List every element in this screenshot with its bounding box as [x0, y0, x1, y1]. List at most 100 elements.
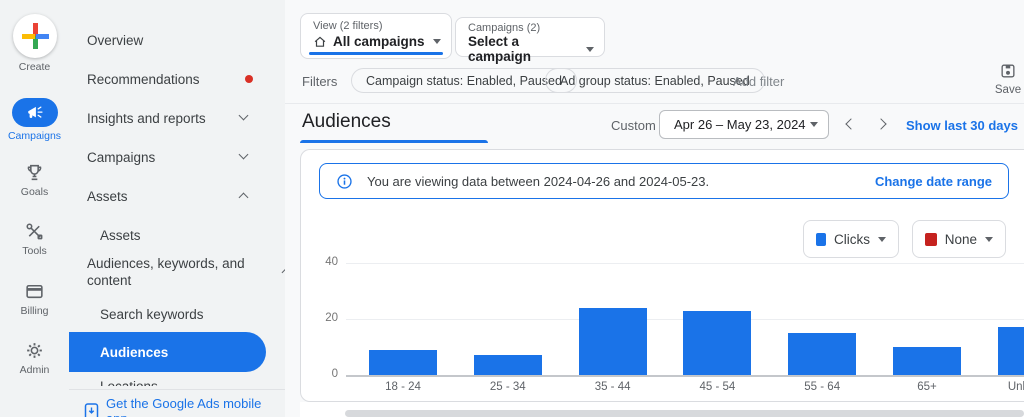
dropdown-caret-icon — [433, 39, 441, 44]
chevron-up-icon — [239, 193, 249, 203]
x-axis-label: 55 - 64 — [770, 381, 874, 393]
rail-item-label: Billing — [0, 305, 69, 317]
rail-item-create[interactable]: Create — [0, 14, 69, 73]
table-card-top — [300, 402, 1024, 417]
rail-item-label: Admin — [0, 364, 69, 376]
google-ads-app-window: Create Campaigns — [0, 0, 1024, 417]
sidebar-item-label: Assets — [87, 189, 128, 204]
date-mode-label: Custom — [611, 118, 656, 133]
x-axis-label: 65+ — [875, 381, 979, 393]
x-axis-label: 18 - 24 — [351, 381, 455, 393]
bar-plot: 0204018 - 2425 - 3435 - 4445 - 5455 - 64… — [346, 263, 1024, 375]
date-range-value: Apr 26 – May 23, 2024 — [674, 117, 806, 132]
sidebar-item-label: Campaigns — [87, 150, 155, 165]
horizontal-scrollbar-thumb[interactable] — [345, 410, 1024, 417]
rail-item-tools[interactable]: Tools — [0, 221, 69, 257]
rail-item-label: Campaigns — [0, 130, 69, 142]
sidebar-item-recommendations[interactable]: Recommendations — [69, 67, 285, 91]
date-range-dropdown[interactable]: Apr 26 – May 23, 2024 — [659, 110, 829, 139]
chevron-down-icon — [239, 150, 249, 160]
campaign-select-dropdown[interactable]: Campaigns (2) Select a campaign — [455, 17, 605, 57]
mobile-app-link[interactable]: Get the Google Ads mobile app — [84, 396, 285, 417]
create-plus-icon[interactable] — [13, 14, 57, 58]
x-axis-label: 45 - 54 — [665, 381, 769, 393]
notification-dot — [245, 75, 253, 83]
sidebar-item-label: Audiences — [100, 345, 168, 360]
date-info-banner: You are viewing data between 2024-04-26 … — [319, 163, 1009, 199]
megaphone-icon — [26, 104, 44, 122]
filters-label: Filters — [302, 74, 337, 89]
bar-18 - 24 — [369, 350, 437, 375]
bar-65+ — [893, 347, 961, 375]
view-dropdown-value: All campaigns — [333, 34, 425, 49]
sidebar-item-label: Assets — [100, 228, 141, 243]
active-view-underline — [309, 52, 443, 55]
gridline — [346, 375, 1024, 377]
sidebar-item-label: Recommendations — [87, 72, 200, 87]
metric-dropdown-primary[interactable]: Clicks — [803, 220, 899, 258]
plus-arm-blue — [36, 34, 49, 39]
sidebar-nav: Overview Recommendations Insights and re… — [69, 0, 285, 417]
bar-55 - 64 — [788, 333, 856, 375]
tools-icon — [0, 221, 69, 242]
sidebar-item-insights-and-reports[interactable]: Insights and reports — [69, 106, 285, 130]
main-content: View (2 filters) All campaigns Campaigns… — [285, 0, 1024, 417]
sidebar-item-overview[interactable]: Overview — [69, 28, 285, 52]
filter-chip-label: Ad group status: Enabled, Paused — [560, 74, 750, 88]
rail-item-campaigns[interactable]: Campaigns — [0, 98, 69, 142]
save-icon — [999, 62, 1017, 80]
show-last-30-days-link[interactable]: Show last 30 days — [906, 118, 1018, 133]
change-date-range-link[interactable]: Change date range — [875, 174, 992, 189]
legend-swatch-red — [925, 233, 937, 246]
y-tick-label: 20 — [302, 312, 338, 324]
mobile-app-link-label: Get the Google Ads mobile app — [106, 396, 285, 417]
rail-item-label: Goals — [0, 186, 69, 198]
save-button[interactable]: Save — [991, 62, 1024, 96]
sidebar-item-assets[interactable]: Assets — [69, 223, 285, 247]
page-title: Audiences — [302, 111, 391, 133]
legend-swatch-blue — [816, 233, 826, 246]
x-axis-label: Unknown — [980, 381, 1024, 393]
billing-card-icon — [0, 281, 69, 302]
sidebar-item-campaigns[interactable]: Campaigns — [69, 145, 285, 169]
sidebar-item-audiences-keywords-content[interactable]: Audiences, keywords, and content — [87, 255, 252, 289]
bar-35 - 44 — [579, 308, 647, 375]
sidebar-item-assets-section[interactable]: Assets — [69, 184, 285, 208]
rail-item-label: Create — [0, 61, 69, 73]
sidebar-item-audiences-selected[interactable]: Audiences — [69, 332, 266, 372]
rail-item-admin[interactable]: Admin — [0, 340, 69, 376]
bar-25 - 34 — [474, 355, 542, 375]
next-period-button[interactable] — [875, 118, 886, 129]
x-axis-label: 25 - 34 — [456, 381, 560, 393]
dropdown-caret-icon — [985, 237, 993, 242]
home-icon — [313, 35, 327, 49]
view-filter-dropdown[interactable]: View (2 filters) All campaigns — [300, 13, 452, 59]
previous-period-button[interactable] — [845, 118, 856, 129]
dropdown-caret-icon — [810, 122, 818, 127]
sidebar-item-locations-clipped[interactable]: Locations — [100, 379, 250, 386]
filter-chip-ad-group-status[interactable]: Ad group status: Enabled, Paused — [545, 68, 765, 93]
sidebar-item-search-keywords[interactable]: Search keywords — [69, 302, 285, 326]
x-axis-label: 35 - 44 — [561, 381, 665, 393]
rail-item-billing[interactable]: Billing — [0, 281, 69, 317]
gridline — [346, 263, 1024, 264]
sidebar-item-label: Insights and reports — [87, 111, 206, 126]
dropdown-caret-icon — [878, 237, 886, 242]
chart-card: You are viewing data between 2024-04-26 … — [300, 149, 1024, 402]
save-button-label: Save — [991, 84, 1024, 96]
active-tab-underline — [300, 140, 488, 143]
plus-arm-yellow — [22, 34, 35, 39]
info-icon — [336, 173, 353, 190]
phone-download-icon — [84, 403, 99, 417]
sidebar-item-label: Overview — [87, 33, 143, 48]
metric-dropdown-secondary[interactable]: None — [912, 220, 1006, 258]
rail-item-goals[interactable]: Goals — [0, 162, 69, 198]
add-filter-button[interactable]: Add filter — [733, 74, 784, 89]
sidebar-item-label: Audiences, keywords, and content — [87, 256, 245, 288]
bar-45 - 54 — [683, 311, 751, 375]
campaign-dropdown-label: Campaigns (2) — [456, 18, 604, 34]
rail-item-label: Tools — [0, 245, 69, 257]
dropdown-caret-icon — [586, 47, 594, 52]
filter-chip-campaign-status[interactable]: Campaign status: Enabled, Paused — [351, 68, 577, 93]
trophy-icon — [0, 162, 69, 183]
